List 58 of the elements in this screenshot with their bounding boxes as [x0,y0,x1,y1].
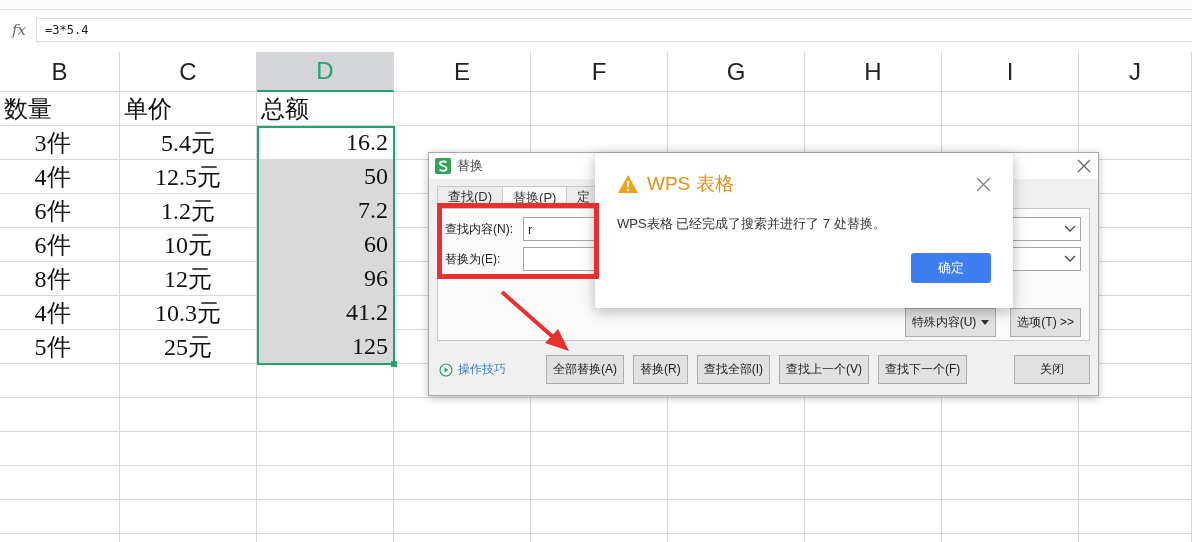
dialog-button[interactable]: 全部替换(A) [546,355,624,384]
ok-button[interactable]: 确定 [911,253,991,283]
field-label: 替换为(E): [445,250,502,268]
table-cell: 5件 [0,330,120,364]
column-header[interactable]: G [668,52,805,92]
tips-link[interactable]: 操作技巧 [439,361,537,378]
column-header[interactable]: C [120,52,257,92]
table-cell: 8件 [0,262,120,296]
table-cell: 12.5元 [120,160,257,194]
table-cell: 50 [257,160,394,194]
table-cell: 6件 [0,194,120,228]
table-cell: 41.2 [257,296,394,330]
special-content-button[interactable]: 特殊内容(U) [904,308,997,337]
table-cell: 5.4元 [120,126,257,160]
chevron-down-icon [1064,255,1076,263]
table-cell: 4件 [0,160,120,194]
field-label: 查找内容(N): [445,220,514,238]
dialog-button[interactable]: 查找全部(I) [696,355,770,384]
dialog-button[interactable]: 查找上一个(V) [779,355,869,384]
column-header[interactable]: I [942,52,1079,92]
column-header[interactable]: H [805,52,942,92]
options-button[interactable]: 选项(T) >> [1010,308,1081,337]
table-cell: 数量 [0,92,120,126]
table-cell: 7.2 [257,194,394,228]
close-button[interactable]: 关闭 [1014,355,1090,384]
dialog-title: 替换 [457,157,484,175]
table-cell: 10元 [120,228,257,262]
dropdown-triangle-icon [981,320,990,325]
table-cell: 1.2元 [120,194,257,228]
close-button[interactable] [1076,158,1092,174]
close-button[interactable] [975,176,991,192]
table-cell: 3件 [0,126,120,160]
function-label: fx [12,21,26,39]
table-cell: 125 [257,330,394,364]
app-logo-icon [435,158,451,174]
arrow-annotation [500,290,569,351]
column-header[interactable]: B [0,52,120,92]
fill-handle[interactable] [391,361,397,367]
warning-icon [617,174,639,194]
dialog-button[interactable]: 替换(R) [633,355,688,384]
alert-title: WPS 表格 [647,172,735,196]
table-cell: 12元 [120,262,257,296]
column-header[interactable]: J [1079,52,1192,92]
table-cell: 6件 [0,228,120,262]
table-cell: 60 [257,228,394,262]
play-circle-icon [439,362,453,377]
column-header[interactable]: E [394,52,531,92]
table-cell: 96 [257,262,394,296]
table-cell: 总额 [257,92,394,126]
formula-input[interactable]: =3*5.4 [36,18,1192,42]
table-cell: 10.3元 [120,296,257,330]
alert-message: WPS表格 已经完成了搜索并进行了 7 处替换。 [617,215,887,233]
table-cell: 4件 [0,296,120,330]
table-cell: 25元 [120,330,257,364]
column-header[interactable]: F [531,52,668,92]
table-cell: 单价 [120,92,257,126]
chevron-down-icon [1064,225,1076,233]
dialog-button[interactable]: 查找下一个(F) [878,355,968,384]
